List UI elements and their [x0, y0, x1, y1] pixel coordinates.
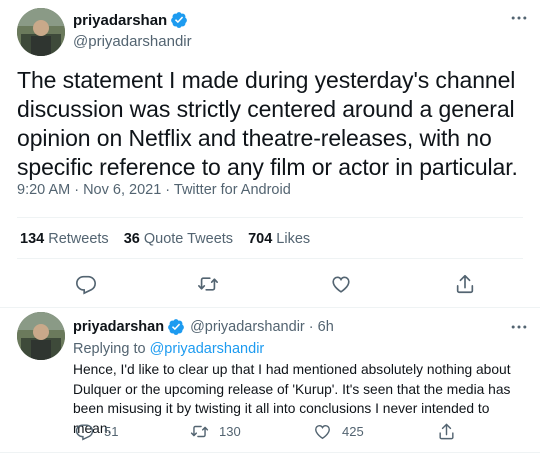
reply-display-name[interactable]: priyadarshan: [73, 319, 164, 335]
handle[interactable]: @priyadarshandir: [73, 33, 192, 50]
main-tweet: priyadarshan @priyadarshandir The statem…: [0, 0, 540, 309]
tweet-timestamp[interactable]: 9:20 AM · Nov 6, 2021 · Twitter for Andr…: [17, 182, 291, 198]
likes-stat[interactable]: 704 Likes: [248, 231, 310, 247]
share-action[interactable]: [437, 422, 466, 441]
divider: [0, 307, 540, 308]
reply-action[interactable]: 51: [75, 422, 118, 441]
retweet-icon: [190, 425, 209, 438]
tweet-text: The statement I made during yesterday's …: [17, 67, 518, 180]
display-name[interactable]: priyadarshan: [73, 12, 167, 29]
divider: [17, 258, 523, 259]
more-icon[interactable]: [509, 317, 529, 337]
engagement-stats: 134 Retweets 36 Quote Tweets 704 Likes: [20, 231, 325, 247]
retweet-count: 130: [219, 424, 241, 439]
reply-avatar[interactable]: [17, 312, 65, 360]
reply-handle-time[interactable]: @priyadarshandir · 6h: [190, 319, 334, 335]
divider: [17, 217, 523, 218]
share-icon: [439, 423, 454, 440]
retweets-stat[interactable]: 134 Retweets: [20, 231, 109, 247]
like-icon: [315, 425, 330, 440]
retweet-icon[interactable]: [197, 273, 219, 295]
verified-badge-icon: [167, 318, 185, 336]
reply-count: 51: [104, 424, 119, 439]
verified-badge-icon: [170, 11, 188, 29]
retweet-action[interactable]: 130: [190, 422, 241, 441]
like-count: 425: [342, 424, 364, 439]
replying-to: Replying to @priyadarshandir: [73, 341, 265, 357]
reply-icon[interactable]: [75, 273, 97, 295]
replying-to-link[interactable]: @priyadarshandir: [150, 341, 265, 357]
like-icon[interactable]: [330, 273, 352, 295]
avatar[interactable]: [17, 8, 65, 56]
quote-tweets-stat[interactable]: 36 Quote Tweets: [124, 231, 233, 247]
like-action[interactable]: 425: [313, 422, 364, 441]
reply-header: priyadarshan @priyadarshandir · 6h: [73, 318, 334, 336]
reply-icon: [75, 424, 94, 441]
share-icon[interactable]: [454, 273, 476, 295]
more-icon[interactable]: [509, 8, 529, 28]
